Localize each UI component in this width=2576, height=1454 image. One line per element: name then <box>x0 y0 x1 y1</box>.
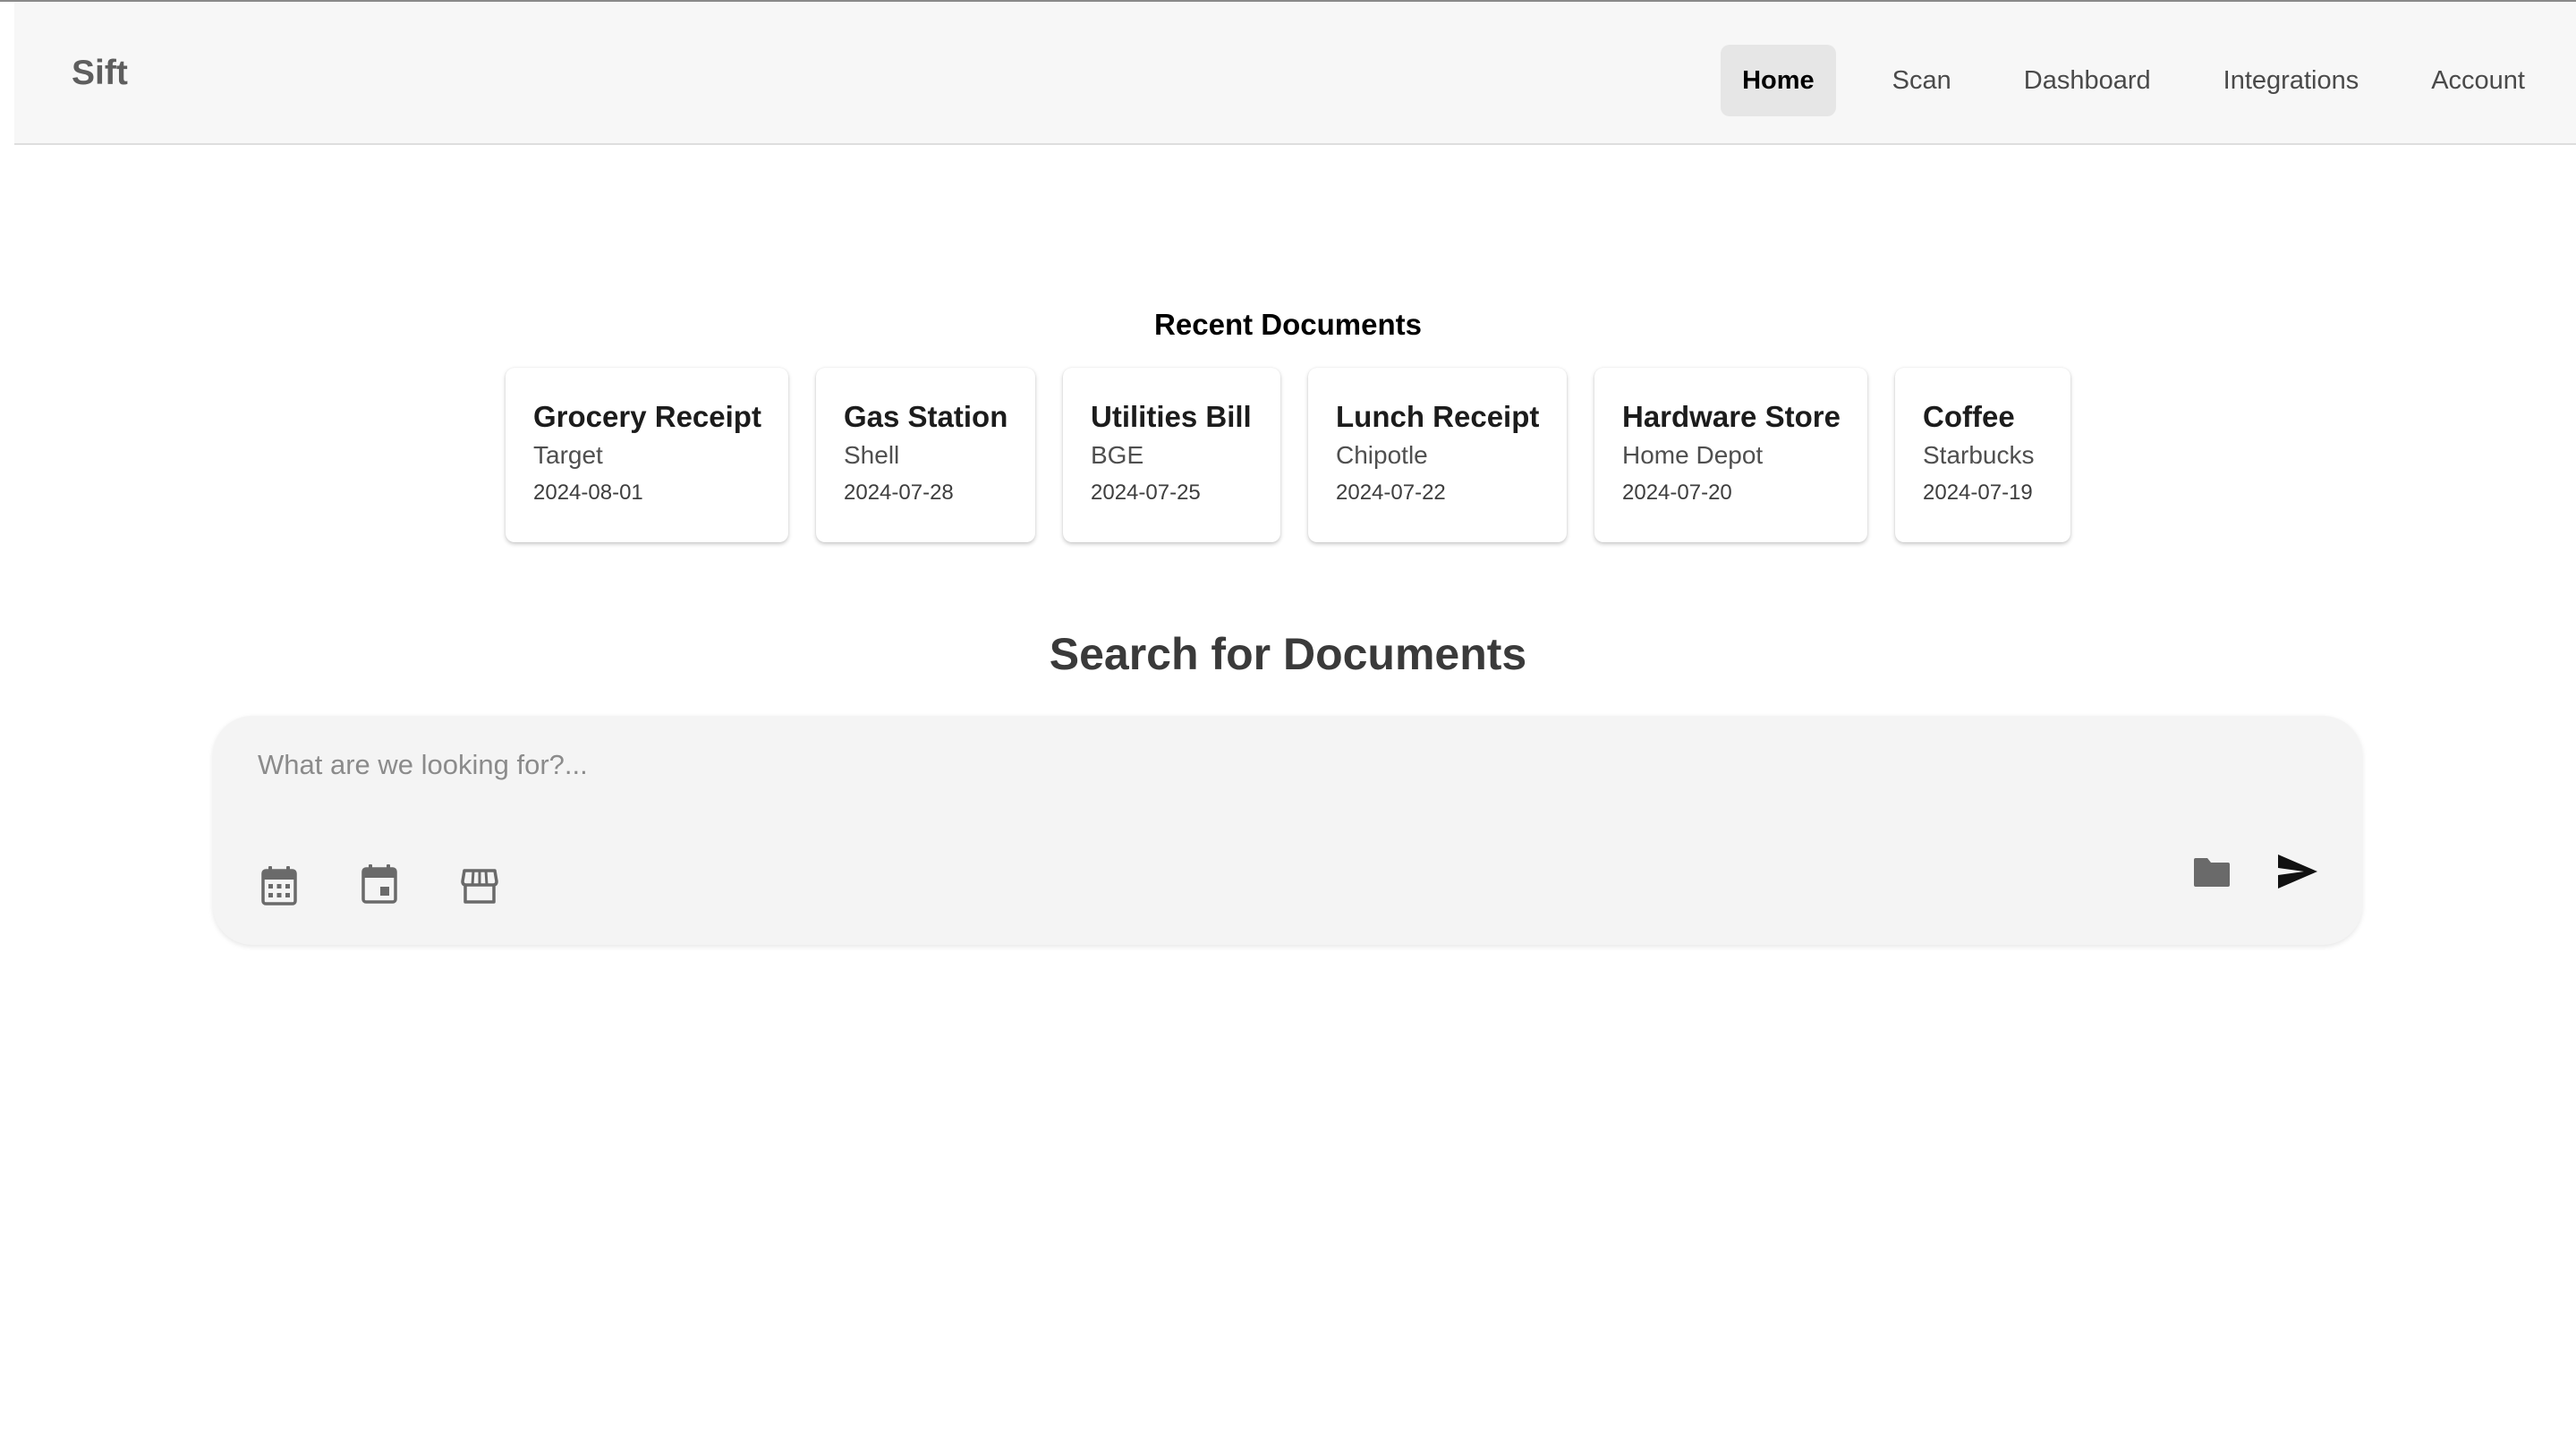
document-card-date: 2024-07-25 <box>1091 480 1201 506</box>
document-card[interactable]: Utilities Bill BGE 2024-07-25 <box>1063 368 1280 542</box>
navbar: Sift Home Scan Dashboard Integrations Ac… <box>14 2 2576 145</box>
document-card-date: 2024-07-19 <box>1923 480 2033 506</box>
search-title: Search for Documents <box>1049 629 1527 679</box>
recent-documents-list: Grocery Receipt Target 2024-08-01 Gas St… <box>0 368 2576 542</box>
folder-icon[interactable] <box>2190 850 2233 893</box>
document-card[interactable]: Lunch Receipt Chipotle 2024-07-22 <box>1308 368 1567 542</box>
document-card-vendor: Starbucks <box>1923 440 2035 469</box>
nav-item-dashboard[interactable]: Dashboard <box>2002 45 2172 116</box>
document-card-title: Gas Station <box>844 400 1008 433</box>
document-card-date: 2024-07-28 <box>844 480 954 506</box>
document-card-title: Grocery Receipt <box>533 400 761 433</box>
document-card-title: Lunch Receipt <box>1336 400 1540 433</box>
nav-links: Home Scan Dashboard Integrations Account <box>1721 45 2576 116</box>
document-card[interactable]: Coffee Starbucks 2024-07-19 <box>1895 368 2070 542</box>
document-card-date: 2024-07-20 <box>1622 480 1732 506</box>
nav-item-home[interactable]: Home <box>1721 45 1836 116</box>
document-card-vendor: Shell <box>844 440 900 469</box>
recent-documents-title: Recent Documents <box>1154 308 1422 341</box>
send-icon[interactable] <box>2276 850 2319 893</box>
search-box <box>213 716 2362 945</box>
event-icon[interactable] <box>358 863 401 906</box>
nav-item-integrations[interactable]: Integrations <box>2202 45 2381 116</box>
nav-item-scan[interactable]: Scan <box>1871 45 1973 116</box>
document-card-vendor: Home Depot <box>1622 440 1764 469</box>
document-card-date: 2024-08-01 <box>533 480 643 506</box>
page: Sift Home Scan Dashboard Integrations Ac… <box>0 0 2576 1454</box>
document-card-title: Coffee <box>1923 400 2015 433</box>
calendar-month-icon[interactable] <box>258 864 301 907</box>
document-card-vendor: Chipotle <box>1336 440 1428 469</box>
document-card-title: Utilities Bill <box>1091 400 1252 433</box>
document-card-date: 2024-07-22 <box>1336 480 1446 506</box>
brand-logo[interactable]: Sift <box>72 55 128 90</box>
nav-item-account[interactable]: Account <box>2410 45 2546 116</box>
document-card[interactable]: Gas Station Shell 2024-07-28 <box>816 368 1035 542</box>
store-icon[interactable] <box>458 864 501 907</box>
document-card[interactable]: Grocery Receipt Target 2024-08-01 <box>506 368 788 542</box>
document-card-vendor: Target <box>533 440 603 469</box>
search-input[interactable] <box>258 743 2226 787</box>
document-card-title: Hardware Store <box>1622 400 1841 433</box>
document-card-vendor: BGE <box>1091 440 1144 469</box>
document-card[interactable]: Hardware Store Home Depot 2024-07-20 <box>1594 368 1867 542</box>
